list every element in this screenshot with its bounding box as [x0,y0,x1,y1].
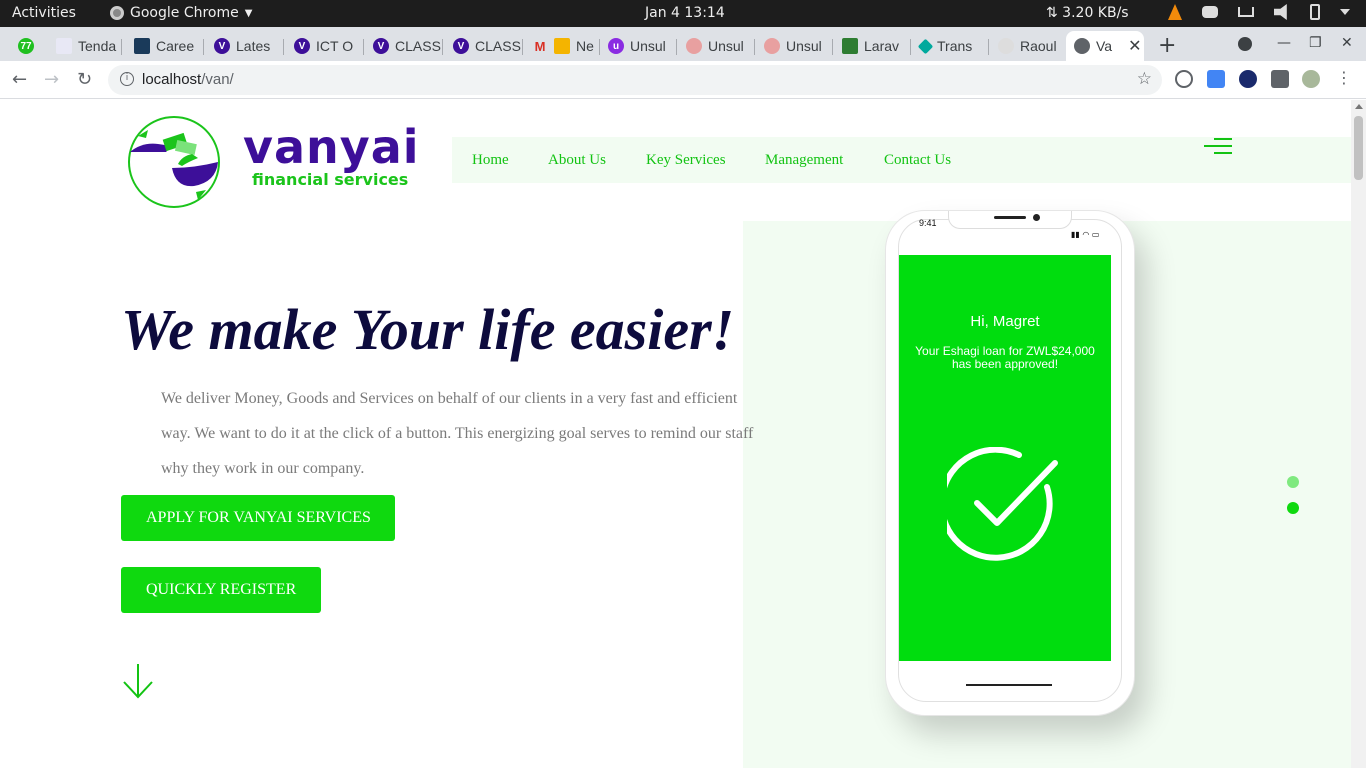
register-button[interactable]: QUICKLY REGISTER [121,567,321,613]
tab-7[interactable]: M Ne [524,31,596,61]
tab-6[interactable]: V CLASS [445,31,521,61]
chrome-icon [110,6,124,20]
tab-favicon-icon: u [608,38,624,54]
network-icon[interactable] [1238,7,1254,17]
signal-icon: ▮▮ ◠ ▭ [1071,230,1100,239]
app-menu[interactable]: Google Chrome ▼ [110,5,252,21]
app-name: Google Chrome [130,5,239,21]
slider-dot-active[interactable] [1287,502,1299,514]
tab-9[interactable]: Unsul [678,31,752,61]
apply-button[interactable]: APPLY FOR VANYAI SERVICES [121,495,395,541]
tab-10[interactable]: Unsul [756,31,830,61]
gift-icon [554,38,570,54]
vanyai-logo [128,116,220,208]
brand-subtitle: financial services [252,170,409,189]
avatar[interactable] [1302,70,1320,88]
hero-headline: We make Your life easier! [121,297,735,362]
caret-down-icon: ▼ [244,7,253,19]
arrow-right-icon[interactable]: → [44,69,59,90]
gmail-icon: M [534,38,546,54]
scrollbar[interactable] [1351,100,1366,768]
v-logo-icon: V [214,38,230,54]
tab-favicon-icon [998,38,1014,54]
tab-favicon-icon [134,38,150,54]
nav-management[interactable]: Management [765,152,843,169]
tab-12[interactable]: Trans [912,31,986,61]
extension-icon[interactable] [1207,70,1225,88]
tab-1[interactable]: Tenda [48,31,120,61]
puzzle-icon[interactable] [1271,70,1289,88]
globe-icon [1074,38,1090,54]
slider-dot[interactable] [1287,476,1299,488]
minimize-button[interactable]: — [1277,35,1291,51]
nav-home[interactable]: Home [472,152,509,169]
tab-2[interactable]: Caree [126,31,198,61]
browser-toolbar: ← → ↻ i localhost/van/ ☆ [0,61,1366,99]
star-icon[interactable]: ☆ [1137,69,1152,89]
phone-home-indicator [966,684,1052,686]
phone-message: Your Eshagi loan for ZWL$24,000 has been… [915,344,1095,371]
tab-11[interactable]: Larav [834,31,908,61]
system-top-bar: Activities Google Chrome ▼ Jan 4 13:14 ⇅… [0,0,1366,27]
vlc-icon[interactable] [1168,4,1182,20]
phone-greeting: Hi, Magret [970,313,1040,330]
v-logo-icon: V [453,38,469,54]
tab-favicon-icon [56,38,72,54]
reload-icon[interactable]: ↻ [77,69,92,90]
close-tab-icon[interactable]: ✕ [1128,36,1141,56]
caret-down-icon[interactable] [1340,9,1350,15]
tab-favicon-icon [917,38,934,54]
battery-icon[interactable] [1310,4,1320,20]
url-text[interactable]: localhost/van/ [142,71,234,88]
arrow-left-icon[interactable]: ← [12,69,27,90]
nav-contact-us[interactable]: Contact Us [884,152,951,169]
tab-3[interactable]: V Lates [206,31,282,61]
tab-favicon-icon: 77 [18,38,34,54]
tab-4[interactable]: V ICT O [286,31,362,61]
tab-active[interactable]: Va ✕ [1066,31,1144,61]
address-bar[interactable]: i localhost/van/ ☆ [108,65,1162,95]
camera-icon[interactable] [1202,6,1218,18]
scroll-up-icon[interactable] [1355,104,1363,109]
tab-search-icon[interactable] [1238,37,1252,51]
tab-favicon-icon [686,38,702,54]
extension-icon[interactable] [1239,70,1257,88]
more-menu-icon[interactable]: ⋮ [1336,68,1352,87]
web-page: vanyai financial services Home About Us … [0,100,1351,768]
network-speed: ⇅ 3.20 KB/s [1046,5,1129,21]
maximize-button[interactable]: ❐ [1309,35,1322,51]
tab-5[interactable]: V CLASS [365,31,441,61]
extension-icon[interactable] [1175,70,1193,88]
new-tab-button[interactable]: + [1158,33,1176,58]
tab-13[interactable]: Raoul [990,31,1064,61]
activities-button[interactable]: Activities [12,5,76,21]
close-window-button[interactable]: ✕ [1341,35,1353,51]
brand-name[interactable]: vanyai [243,120,420,174]
phone-time: 9:41 [919,218,937,228]
scrollbar-thumb[interactable] [1354,116,1363,180]
tab-8[interactable]: u Unsul [600,31,674,61]
hero-description: We deliver Money, Goods and Services on … [161,390,754,477]
tab-favicon-icon [764,38,780,54]
tab-favicon-icon [842,38,858,54]
info-icon[interactable]: i [120,72,134,86]
tab-0[interactable]: 77 [10,31,46,61]
hamburger-menu-icon[interactable] [1204,138,1232,159]
nav-key-services[interactable]: Key Services [646,152,726,169]
checkmark-icon [947,447,1058,561]
volume-icon[interactable] [1274,4,1287,20]
phone-screen: Hi, Magret Your Eshagi loan for ZWL$24,0… [899,255,1111,661]
v-logo-icon: V [294,38,310,54]
system-tray[interactable] [1168,4,1350,20]
nav-about-us[interactable]: About Us [548,152,606,169]
clock[interactable]: Jan 4 13:14 [645,5,725,21]
phone-notch [948,211,1072,229]
arrow-down-icon[interactable] [122,662,154,700]
v-logo-icon: V [373,38,389,54]
